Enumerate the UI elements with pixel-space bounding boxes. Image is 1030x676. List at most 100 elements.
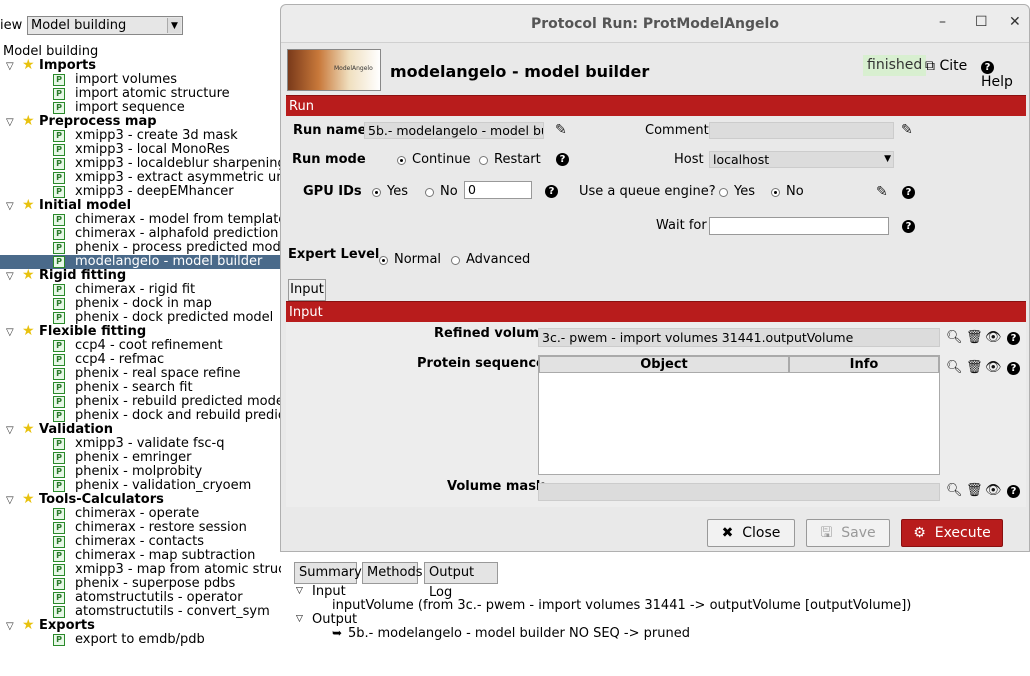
tree-item[interactable]: Pchimerax - operate <box>0 507 281 521</box>
tree-item[interactable]: Pchimerax - rigid fit <box>0 283 281 297</box>
minimize-icon[interactable]: – <box>939 14 946 30</box>
help-icon[interactable]: ? <box>902 186 915 199</box>
caret-down-icon[interactable]: ▽ <box>6 620 14 634</box>
caret-down-icon[interactable]: ▽ <box>6 494 14 508</box>
cite-button[interactable]: ⧉ Cite <box>925 58 967 74</box>
tree-category[interactable]: ▽ ★ Tools-Calculators <box>0 492 281 508</box>
eye-icon[interactable]: 👁︎ <box>985 360 1002 375</box>
tree-item[interactable]: Pphenix - search fit <box>0 381 281 395</box>
gpu-no-radio[interactable] <box>425 188 434 197</box>
tree-item[interactable]: Pexport to emdb/pdb <box>0 633 281 647</box>
tab-summary[interactable]: Summary <box>294 562 362 584</box>
col-info[interactable]: Info <box>789 356 939 373</box>
tree-category[interactable]: ▽ ★ Rigid fitting <box>0 268 281 284</box>
tree-item[interactable]: Patomstructutils - convert_sym <box>0 605 281 619</box>
tree-category[interactable]: ▽ ★ Preprocess map <box>0 114 281 130</box>
comment-field[interactable] <box>709 122 894 139</box>
tree-item[interactable]: Pphenix - rebuild predicted model <box>0 395 281 409</box>
run-mode-continue-radio[interactable] <box>397 156 406 165</box>
tree-item[interactable]: Pphenix - validation_cryoem <box>0 479 281 493</box>
wait-for-input[interactable] <box>709 217 889 235</box>
tree-item[interactable]: Pphenix - real space refine <box>0 367 281 381</box>
tab-output-log[interactable]: Output Log <box>424 562 498 600</box>
caret-down-icon[interactable]: ▽ <box>6 116 14 130</box>
tree-item[interactable]: Pxmipp3 - map from atomic structure <box>0 563 281 577</box>
caret-down-icon[interactable]: ▽ <box>6 60 14 74</box>
edit-comment-pencil-icon[interactable]: ✎ <box>901 122 913 138</box>
expert-advanced-radio[interactable] <box>451 256 460 265</box>
tree-item[interactable]: Pchimerax - model from template <box>0 213 281 227</box>
help-icon[interactable]: ? <box>1007 332 1020 345</box>
trash-icon[interactable]: 🗑︎ <box>966 483 983 498</box>
tree-item[interactable]: Pphenix - process predicted model <box>0 241 281 255</box>
tree-item[interactable]: Pphenix - dock predicted model <box>0 311 281 325</box>
caret-down-icon[interactable]: ▽ <box>6 270 14 284</box>
caret-down-icon[interactable]: ▽ <box>6 424 14 438</box>
tree-category[interactable]: ▽ ★ Exports <box>0 618 281 634</box>
tree-item[interactable]: Pccp4 - coot refinement <box>0 339 281 353</box>
caret-down-icon[interactable]: ▽ <box>6 326 14 340</box>
expert-normal-radio[interactable] <box>379 256 388 265</box>
tree-item[interactable]: Pphenix - emringer <box>0 451 281 465</box>
tree-item[interactable]: Pphenix - superpose pdbs <box>0 577 281 591</box>
caret-down-icon[interactable]: ▽ <box>6 200 14 214</box>
tree-item[interactable]: Pchimerax - restore session <box>0 521 281 535</box>
queue-no-radio[interactable] <box>771 188 780 197</box>
edit-pencil-icon[interactable]: ✎ <box>555 122 567 138</box>
trash-icon[interactable]: 🗑︎ <box>966 330 983 345</box>
help-icon[interactable]: ? <box>902 220 915 233</box>
tree-category[interactable]: ▽ ★ Imports <box>0 58 281 74</box>
tree-item[interactable]: Pxmipp3 - validate fsc-q <box>0 437 281 451</box>
tree-item[interactable]: Pxmipp3 - local MonoRes <box>0 143 281 157</box>
tree-item[interactable]: Patomstructutils - operator <box>0 591 281 605</box>
tree-item[interactable]: Pphenix - molprobity <box>0 465 281 479</box>
tree-category[interactable]: ▽ ★ Initial model <box>0 198 281 214</box>
caret-down-icon[interactable]: ▽ <box>296 614 303 624</box>
host-select[interactable]: localhost ▼ <box>709 151 894 168</box>
view-select[interactable]: Model building ▼ <box>27 16 183 35</box>
tree-category[interactable]: ▽ ★ Flexible fitting <box>0 324 281 340</box>
maximize-icon[interactable]: ☐ <box>975 14 988 30</box>
tree-item[interactable]: Pxmipp3 - extract asymmetric unit <box>0 171 281 185</box>
search-icon[interactable]: 🔍︎ <box>946 360 963 375</box>
tab-methods[interactable]: Methods <box>362 562 423 584</box>
tree-item[interactable]: Pphenix - dock and rebuild predicted <box>0 409 281 423</box>
run-mode-restart-radio[interactable] <box>479 156 488 165</box>
help-button[interactable]: ? Help <box>981 58 1027 90</box>
tree-item[interactable]: Pphenix - dock in map <box>0 297 281 311</box>
search-icon[interactable]: 🔍︎ <box>946 330 963 345</box>
help-icon[interactable]: ? <box>545 185 558 198</box>
queue-yes-radio[interactable] <box>719 188 728 197</box>
run-name-field[interactable]: 5b.- modelangelo - model build <box>364 122 544 139</box>
tree-item[interactable]: Pxmipp3 - create 3d mask <box>0 129 281 143</box>
save-button[interactable]: 🖫 Save <box>806 519 890 547</box>
tree-item[interactable]: Pxmipp3 - localdeblur sharpening <box>0 157 281 171</box>
gpu-yes-radio[interactable] <box>372 188 381 197</box>
tab-input[interactable]: Input <box>288 279 326 301</box>
tree-item[interactable]: Pmodelangelo - model builder <box>0 255 281 269</box>
help-icon[interactable]: ? <box>1007 362 1020 375</box>
tree-item[interactable]: Pchimerax - alphafold prediction <box>0 227 281 241</box>
sequences-table[interactable]: Object Info <box>538 355 940 475</box>
col-object[interactable]: Object <box>539 356 789 373</box>
tree-item[interactable]: Pimport volumes <box>0 73 281 87</box>
help-icon[interactable]: ? <box>556 153 569 166</box>
tree-item[interactable]: Pccp4 - refmac <box>0 353 281 367</box>
caret-down-icon[interactable]: ▽ <box>296 586 303 596</box>
eye-icon[interactable]: 👁︎ <box>985 483 1002 498</box>
eye-icon[interactable]: 👁︎ <box>985 330 1002 345</box>
close-button[interactable]: ✖ Close <box>707 519 795 547</box>
tree-item[interactable]: Pchimerax - map subtraction <box>0 549 281 563</box>
tree-item[interactable]: Pimport sequence <box>0 101 281 115</box>
tree-item[interactable]: Pimport atomic structure <box>0 87 281 101</box>
execute-button[interactable]: ⚙ Execute <box>901 519 1003 547</box>
gpu-ids-input[interactable]: 0 <box>464 181 532 199</box>
tree-category[interactable]: ▽ ★ Validation <box>0 422 281 438</box>
help-icon[interactable]: ? <box>1007 485 1020 498</box>
search-icon[interactable]: 🔍︎ <box>946 483 963 498</box>
tree-item[interactable]: Pxmipp3 - deepEMhancer <box>0 185 281 199</box>
tree-item[interactable]: Pchimerax - contacts <box>0 535 281 549</box>
close-icon[interactable]: ✕ <box>1009 14 1021 30</box>
refined-volume-field[interactable]: 3c.- pwem - import volumes 31441.outputV… <box>538 328 940 347</box>
trash-icon[interactable]: 🗑︎ <box>966 360 983 375</box>
